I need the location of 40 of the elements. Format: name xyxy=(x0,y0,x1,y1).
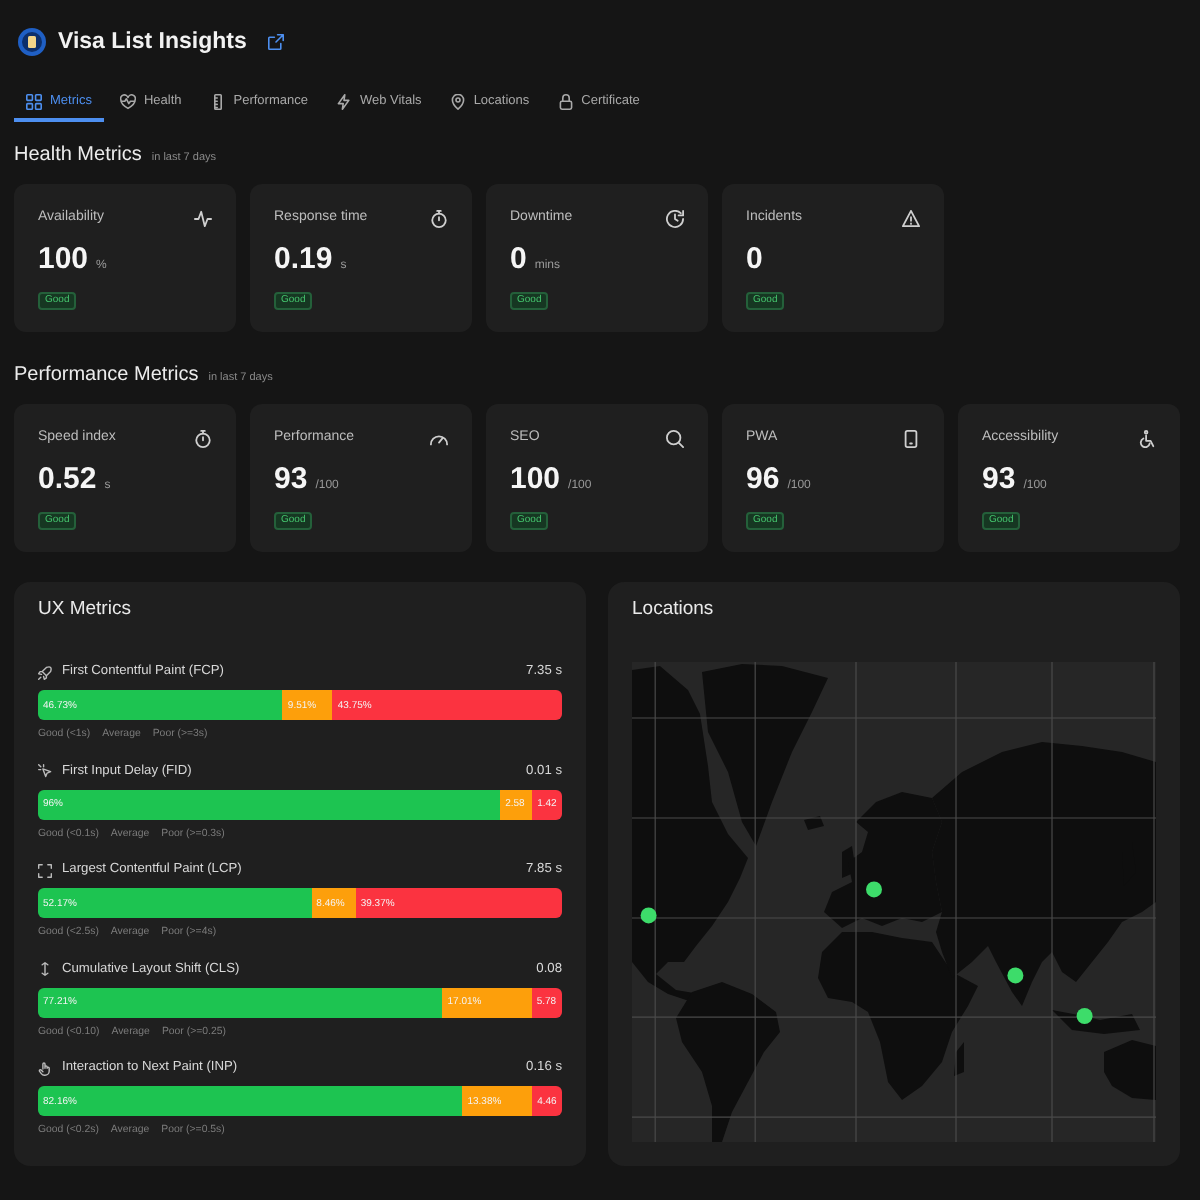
lightning-icon xyxy=(335,94,352,110)
location-marker-icon[interactable] xyxy=(1076,1008,1093,1024)
metric-value: 100 xyxy=(38,240,89,280)
clock-icon xyxy=(666,209,684,227)
metric-value: 96 xyxy=(746,460,780,500)
frame-corners-icon xyxy=(38,863,52,877)
metric-value: 0 xyxy=(746,240,763,280)
card-title: Locations xyxy=(632,600,716,620)
metric-value: 100 xyxy=(510,460,561,500)
location-marker-icon[interactable] xyxy=(640,907,657,924)
heart-pulse-icon xyxy=(119,94,136,110)
section-title: Performance Metrics xyxy=(14,362,199,390)
metric-value: 0 xyxy=(510,240,527,280)
warning-icon xyxy=(902,209,920,227)
grid-icon xyxy=(26,94,42,110)
hand-pointer-icon xyxy=(38,1061,52,1075)
search-icon xyxy=(666,429,684,447)
metric-value: 93 xyxy=(274,460,308,500)
activity-icon xyxy=(194,209,212,227)
wheelchair-icon xyxy=(1138,429,1156,447)
ruler-icon xyxy=(209,94,226,110)
app-logo-icon xyxy=(18,28,46,56)
rocket-icon xyxy=(38,665,52,679)
external-link-icon[interactable] xyxy=(268,34,285,50)
location-marker-icon[interactable] xyxy=(866,881,882,898)
stopwatch-icon xyxy=(194,429,212,447)
map-pin-icon xyxy=(449,94,466,110)
phone-icon xyxy=(902,429,920,447)
metric-value: 0.52 xyxy=(38,460,97,500)
padlock-icon xyxy=(557,94,574,110)
section-title: Health Metrics xyxy=(14,142,142,170)
page-title: Visa List Insights xyxy=(58,28,247,58)
vertical-arrows-icon xyxy=(38,962,52,976)
card-title: UX Metrics xyxy=(38,600,133,620)
gauge-icon xyxy=(430,429,448,447)
cursor-click-icon xyxy=(38,764,52,778)
stopwatch-icon xyxy=(430,209,448,227)
location-marker-icon[interactable] xyxy=(1007,967,1024,984)
metric-value: 0.19 xyxy=(274,240,333,280)
metric-value: 93 xyxy=(982,460,1016,500)
